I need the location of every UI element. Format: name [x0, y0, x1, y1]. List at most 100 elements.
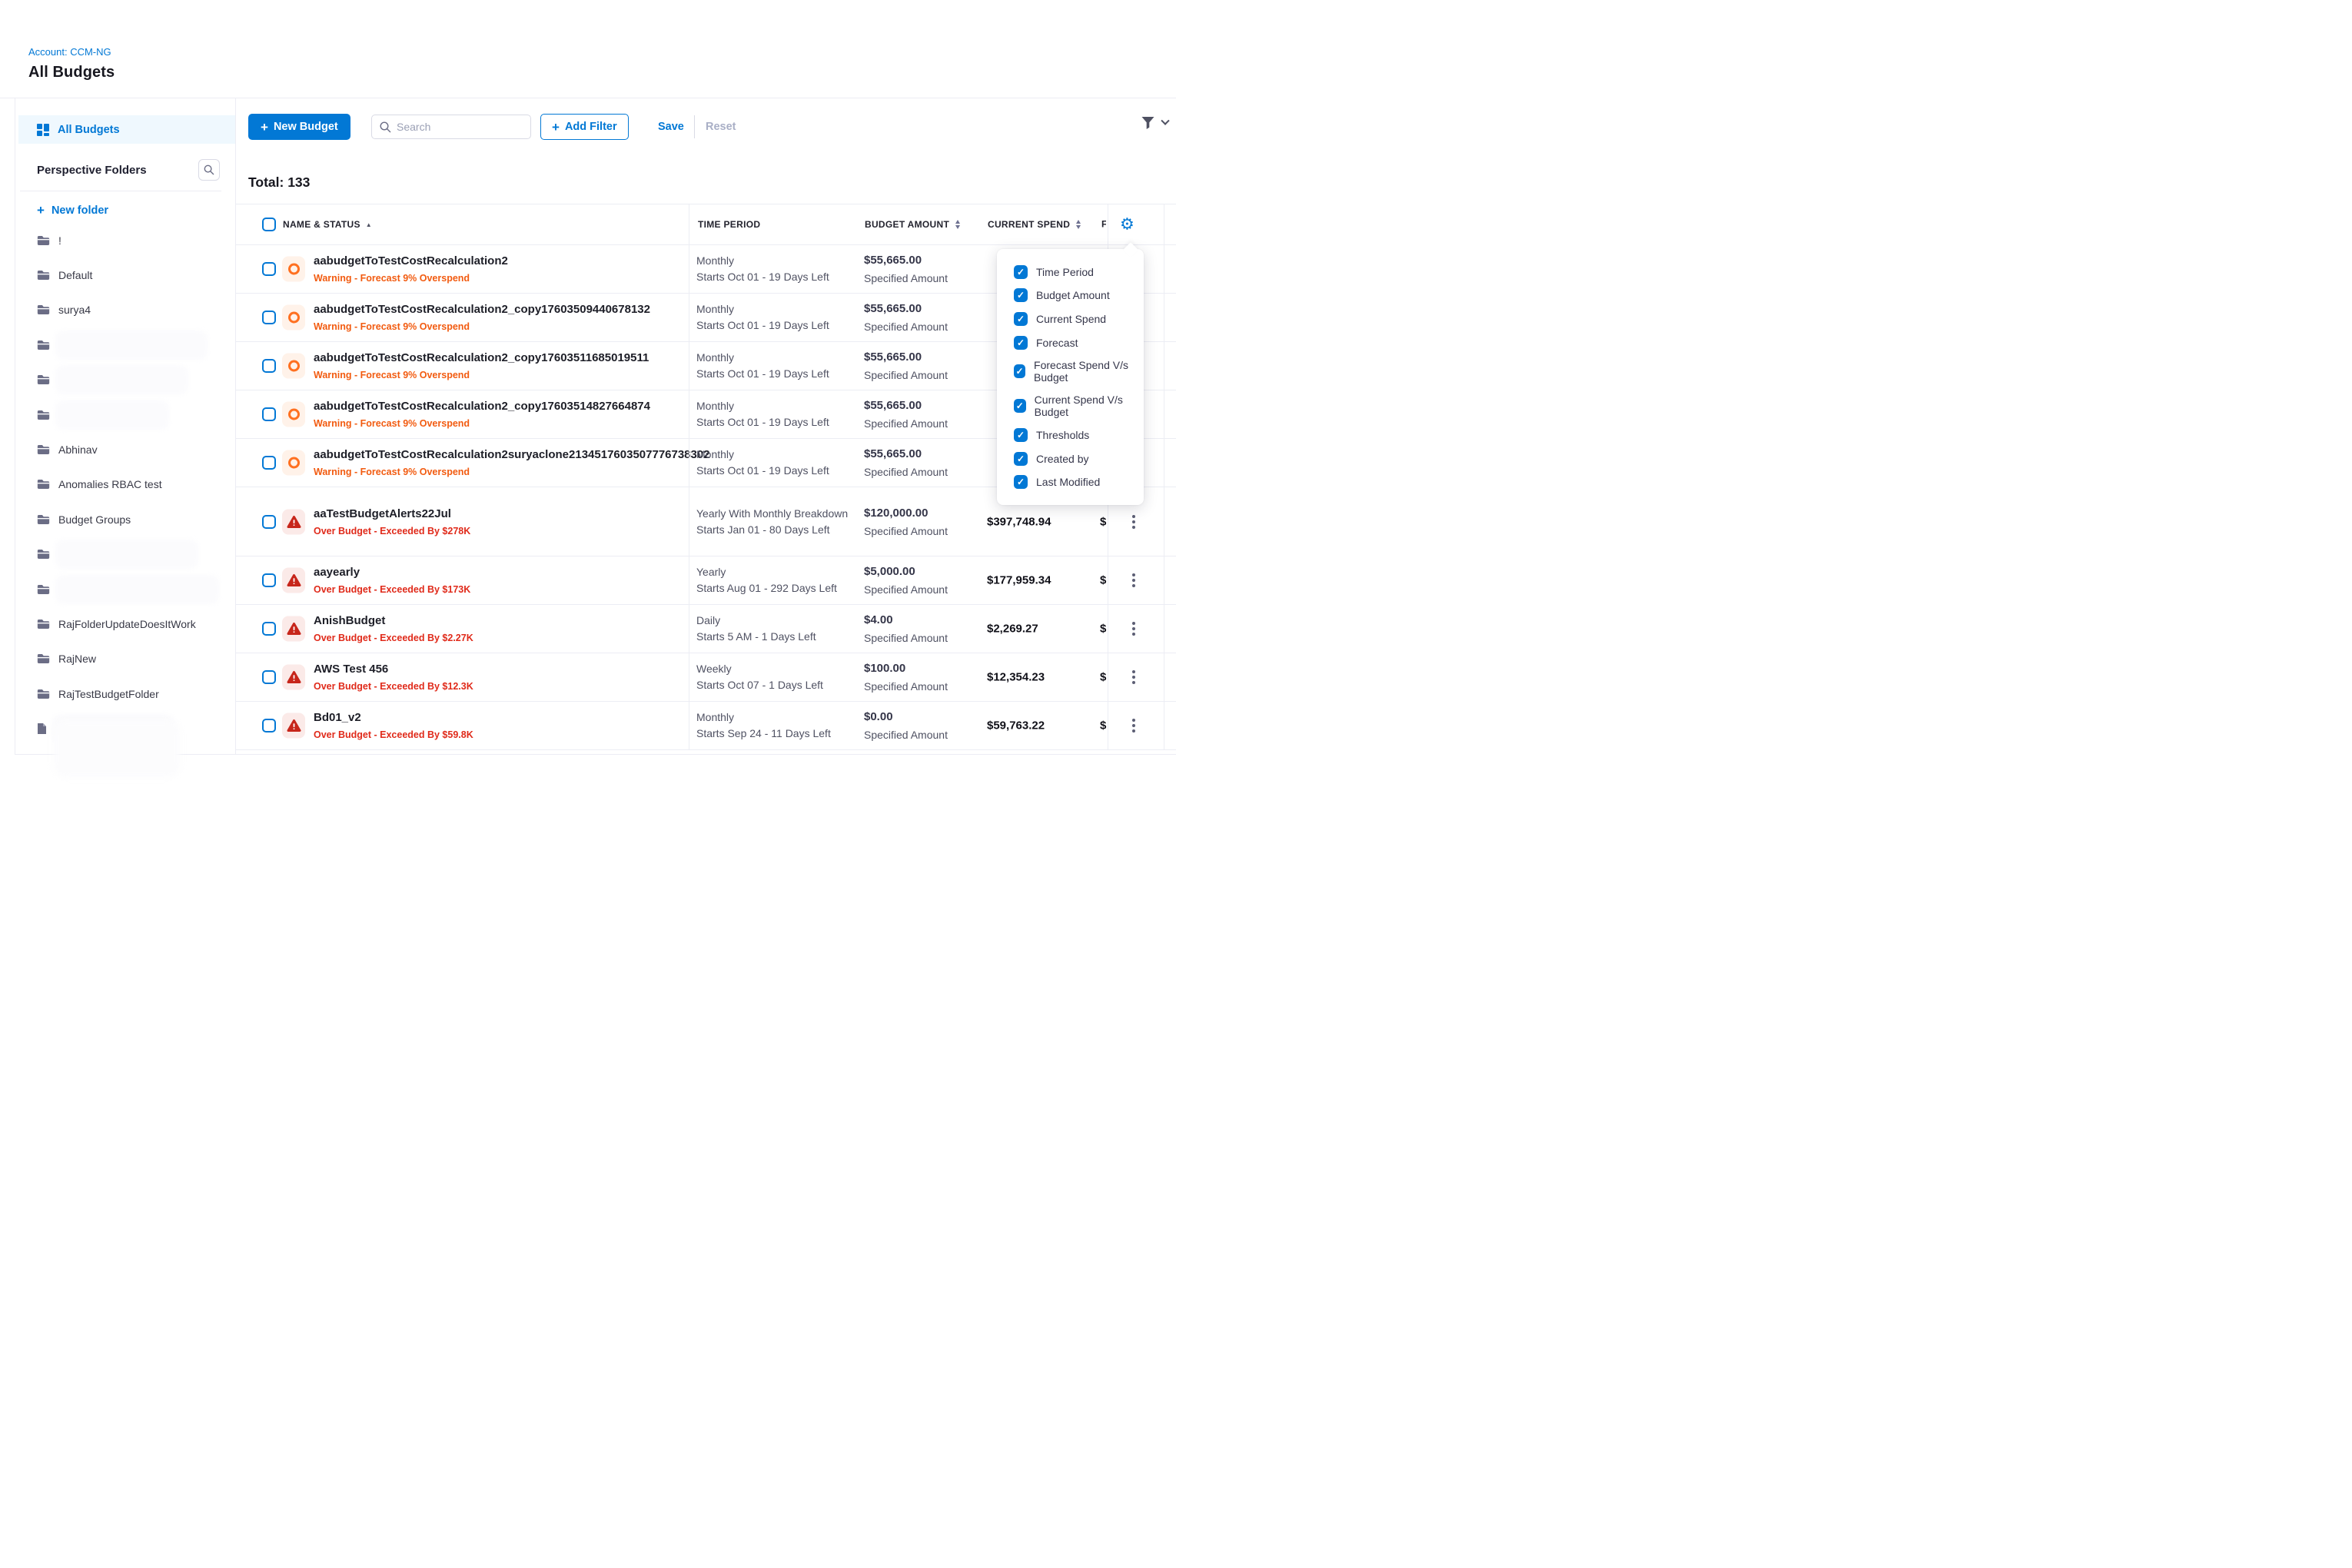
budget-amount-type: Specified Amount: [864, 417, 948, 430]
forecast-value-clipped: $: [1100, 671, 1106, 684]
add-filter-button[interactable]: + Add Filter: [540, 114, 629, 140]
checked-checkbox[interactable]: ✓: [1014, 364, 1025, 378]
select-all-checkbox[interactable]: [262, 218, 276, 231]
column-menu-item[interactable]: ✓Created by: [997, 452, 1144, 466]
total-count: Total: 133: [248, 174, 310, 191]
row-options-menu-button[interactable]: [1129, 716, 1138, 736]
column-menu-item[interactable]: ✓Current Spend V/s Budget: [997, 394, 1144, 418]
budget-name-cell[interactable]: aabudgetToTestCostRecalculation2Warning …: [314, 254, 508, 284]
sidebar-folder-item[interactable]: [15, 397, 235, 432]
checked-checkbox[interactable]: ✓: [1014, 312, 1028, 326]
sidebar-item-all-budgets[interactable]: All Budgets: [18, 115, 235, 144]
sidebar-folder-item[interactable]: RajTestBudgetFolder: [15, 676, 235, 711]
content-body: All Budgets Perspective Folders + New fo…: [15, 98, 1176, 755]
column-menu-item[interactable]: ✓Time Period: [997, 265, 1144, 279]
checked-checkbox[interactable]: ✓: [1014, 452, 1028, 466]
checked-checkbox[interactable]: ✓: [1014, 399, 1026, 413]
time-period-cell: YearlyStarts Aug 01 - 292 Days Left: [696, 564, 837, 596]
budget-name-cell[interactable]: AWS Test 456Over Budget - Exceeded By $1…: [314, 663, 473, 692]
folder-name: Abhinav: [58, 443, 98, 456]
checked-checkbox[interactable]: ✓: [1014, 288, 1028, 302]
time-period-cell: WeeklyStarts Oct 07 - 1 Days Left: [696, 661, 823, 693]
column-header-name-status[interactable]: NAME & STATUS ▲: [283, 219, 372, 230]
budget-name-cell[interactable]: Bd01_v2Over Budget - Exceeded By $59.8K: [314, 711, 473, 740]
budget-name-cell[interactable]: aabudgetToTestCostRecalculation2_copy176…: [314, 351, 649, 380]
column-menu-item[interactable]: ✓Thresholds: [997, 428, 1144, 442]
sidebar-folder-item[interactable]: RajNew: [15, 642, 235, 676]
row-options-menu-button[interactable]: [1129, 570, 1138, 590]
sidebar-folder-item[interactable]: Budget Groups: [15, 502, 235, 537]
budget-amount-value: $100.00: [864, 662, 948, 675]
account-breadcrumb-link[interactable]: Account: CCM-NG: [28, 46, 1176, 58]
sidebar-folder-item[interactable]: Default: [15, 257, 235, 292]
sidebar-folder-item[interactable]: Abhinav: [15, 432, 235, 467]
sort-icon: [955, 220, 960, 229]
column-settings-gear-icon[interactable]: ⚙: [1120, 217, 1134, 233]
reset-button[interactable]: Reset: [706, 121, 736, 133]
row-checkbox[interactable]: [262, 311, 276, 324]
sidebar-folder-item[interactable]: !: [15, 223, 235, 257]
budget-name-cell[interactable]: AnishBudgetOver Budget - Exceeded By $2.…: [314, 614, 473, 643]
sidebar-folder-item[interactable]: [15, 537, 235, 572]
row-checkbox[interactable]: [262, 573, 276, 587]
warning-status-icon: [282, 402, 305, 427]
budget-name-cell[interactable]: aabudgetToTestCostRecalculation2_copy176…: [314, 400, 650, 429]
row-checkbox[interactable]: [262, 670, 276, 684]
period-range: Starts Oct 01 - 19 Days Left: [696, 414, 829, 430]
row-checkbox[interactable]: [262, 622, 276, 636]
time-period-cell: MonthlyStarts Oct 01 - 19 Days Left: [696, 350, 829, 382]
period-frequency: Monthly: [696, 301, 829, 317]
forecast-value-clipped: $: [1100, 515, 1106, 528]
sidebar-folder-item[interactable]: [15, 572, 235, 606]
checked-checkbox[interactable]: ✓: [1014, 428, 1028, 442]
row-checkbox[interactable]: [262, 456, 276, 470]
folders-section-title: Perspective Folders: [37, 164, 147, 177]
budget-amount-value: $55,665.00: [864, 447, 948, 460]
row-checkbox[interactable]: [262, 719, 276, 733]
folder-icon: [37, 304, 50, 315]
row-options-menu-button[interactable]: [1129, 667, 1138, 687]
table-row: AWS Test 456Over Budget - Exceeded By $1…: [236, 653, 1176, 702]
column-menu-item[interactable]: ✓Forecast: [997, 336, 1144, 350]
folder-search-button[interactable]: [198, 159, 220, 181]
row-checkbox[interactable]: [262, 262, 276, 276]
column-menu-item[interactable]: ✓Last Modified: [997, 475, 1144, 489]
forecast-value-clipped: $: [1100, 574, 1106, 587]
budget-amount-type: Specified Amount: [864, 680, 948, 693]
folder-icon: [37, 410, 50, 420]
table-row: Bd01_v2Over Budget - Exceeded By $59.8KM…: [236, 702, 1176, 750]
row-checkbox[interactable]: [262, 359, 276, 373]
sidebar-folder-item[interactable]: surya4: [15, 293, 235, 327]
checked-checkbox[interactable]: ✓: [1014, 265, 1028, 279]
sort-asc-icon: ▲: [366, 221, 372, 228]
new-folder-button[interactable]: + New folder: [37, 204, 235, 217]
sidebar-folder-item[interactable]: [15, 363, 235, 397]
checked-checkbox[interactable]: ✓: [1014, 475, 1028, 489]
row-options-menu-button[interactable]: [1129, 512, 1138, 532]
column-menu-item[interactable]: ✓Current Spend: [997, 312, 1144, 326]
save-button[interactable]: Save: [658, 121, 684, 133]
row-checkbox[interactable]: [262, 515, 276, 529]
column-header-budget-amount[interactable]: BUDGET AMOUNT: [865, 219, 960, 230]
over-budget-status-icon: [282, 665, 305, 690]
budget-name-cell[interactable]: aaTestBudgetAlerts22JulOver Budget - Exc…: [314, 507, 470, 537]
row-options-menu-button[interactable]: [1129, 619, 1138, 639]
warning-ring-icon: [288, 264, 300, 275]
filter-menu-button[interactable]: [1141, 116, 1168, 130]
budget-name: aabudgetToTestCostRecalculation2suryaclo…: [314, 448, 710, 461]
budget-name-cell[interactable]: aabudgetToTestCostRecalculation2_copy176…: [314, 303, 650, 332]
budgets-page: Account: CCM-NG All Budgets All Budgets …: [0, 0, 1176, 784]
sidebar-folder-item[interactable]: Anomalies RBAC test: [15, 467, 235, 502]
new-budget-button[interactable]: + New Budget: [248, 114, 350, 140]
search-input[interactable]: [397, 121, 520, 133]
budget-name-cell[interactable]: aabudgetToTestCostRecalculation2suryaclo…: [314, 448, 710, 477]
budget-name-cell[interactable]: aayearlyOver Budget - Exceeded By $173K: [314, 566, 470, 595]
checked-checkbox[interactable]: ✓: [1014, 336, 1028, 350]
column-menu-item[interactable]: ✓Budget Amount: [997, 288, 1144, 302]
row-checkbox[interactable]: [262, 407, 276, 421]
column-menu-item[interactable]: ✓Forecast Spend V/s Budget: [997, 359, 1144, 384]
sidebar-folder-item[interactable]: RajFolderUpdateDoesItWork: [15, 606, 235, 641]
column-header-current-spend[interactable]: CURRENT SPEND: [988, 219, 1081, 230]
budget-search-field[interactable]: [371, 115, 531, 139]
sidebar-folder-item[interactable]: [15, 327, 235, 362]
